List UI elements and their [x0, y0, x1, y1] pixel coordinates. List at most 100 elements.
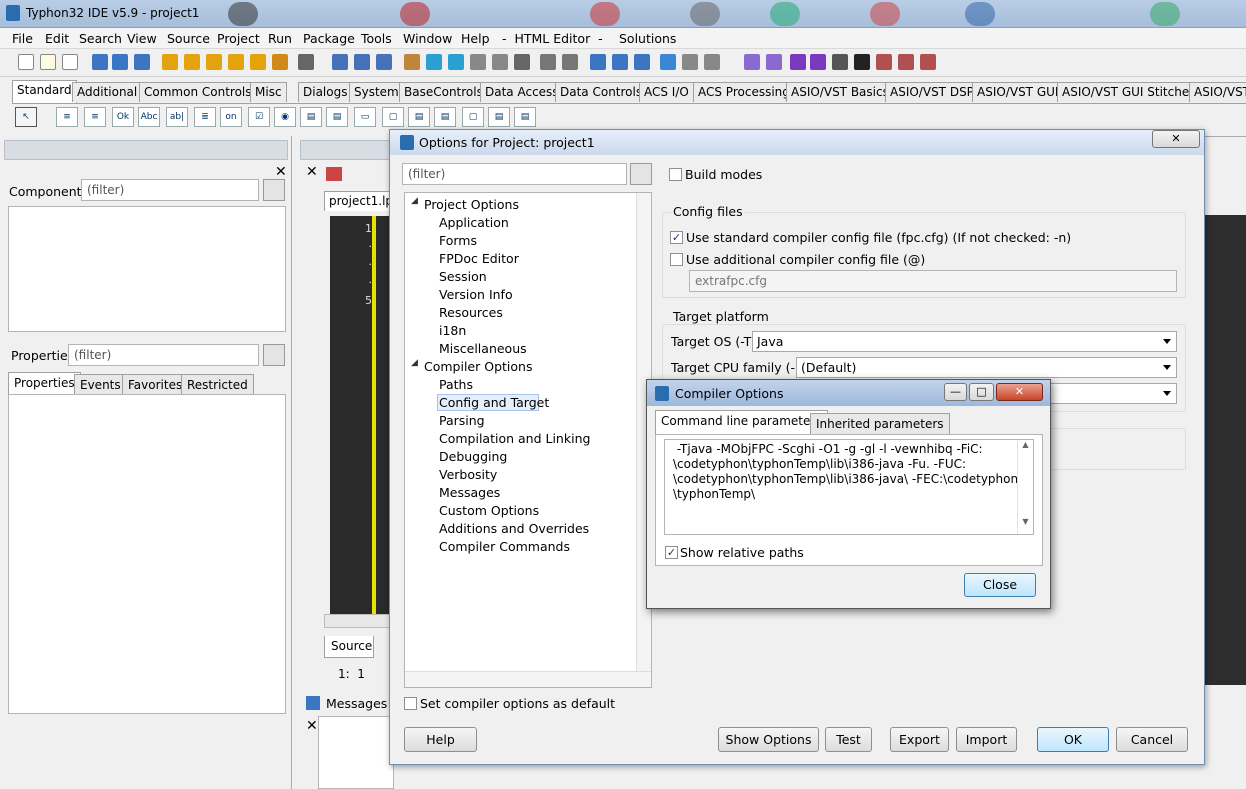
vertical-scrollbar[interactable]: ▲ ▼	[1017, 440, 1033, 534]
toggle-comp-icon[interactable]: on	[220, 107, 242, 127]
tree-project-options[interactable]: Project Options	[424, 197, 519, 212]
use-additional-cfg-checkbox[interactable]	[670, 253, 683, 266]
frame-comp-icon[interactable]: ▤	[488, 107, 510, 127]
view-forms-icon[interactable]	[612, 54, 628, 70]
menu-view[interactable]: View	[127, 31, 157, 46]
tree-item[interactable]: Compiler Commands	[439, 539, 570, 554]
pointer-tool-icon[interactable]: ↖	[15, 107, 37, 127]
properties-grid[interactable]	[8, 394, 286, 714]
tab-properties[interactable]: Properties	[8, 372, 81, 396]
tab-data-controls[interactable]: Data Controls	[555, 82, 648, 102]
options-filter-input[interactable]: (filter)	[402, 163, 627, 185]
tools-icon[interactable]	[448, 54, 464, 70]
tree-item[interactable]: Application	[439, 215, 509, 230]
toggle-form-icon[interactable]	[634, 54, 650, 70]
settings-icon[interactable]	[426, 54, 442, 70]
menu-help[interactable]: Help	[461, 31, 490, 46]
horizontal-scrollbar[interactable]	[324, 614, 394, 628]
doc-icon[interactable]	[470, 54, 486, 70]
rebuild-icon[interactable]	[766, 54, 782, 70]
new-unit-icon[interactable]	[40, 54, 56, 70]
package-add-icon[interactable]	[206, 54, 222, 70]
tree-item[interactable]: i18n	[439, 323, 466, 338]
package-install-icon[interactable]	[228, 54, 244, 70]
close-icon[interactable]: ✕	[306, 718, 318, 734]
project-inspector-icon[interactable]	[660, 54, 676, 70]
tab-acs-processing[interactable]: ACS Processing	[693, 82, 795, 102]
tree-item[interactable]: Forms	[439, 233, 477, 248]
tab-inherited-parameters[interactable]: Inherited parameters	[810, 413, 950, 434]
grid-icon[interactable]	[540, 54, 556, 70]
run-icon[interactable]	[790, 54, 806, 70]
menu-file[interactable]: File	[12, 31, 33, 46]
new-file-icon[interactable]	[18, 54, 34, 70]
radiogroup-comp-icon[interactable]: ▤	[408, 107, 430, 127]
step-over-icon[interactable]	[898, 54, 914, 70]
run-params-icon[interactable]	[810, 54, 826, 70]
button-comp-icon[interactable]: Ok	[112, 107, 134, 127]
checkbox-comp-icon[interactable]: ☑	[248, 107, 270, 127]
source-file-tab[interactable]: project1.lpr	[324, 191, 394, 211]
edit-comp-icon[interactable]: ab|	[166, 107, 188, 127]
menu-tools[interactable]: Tools	[361, 31, 392, 46]
tab-common-controls[interactable]: Common Controls	[139, 82, 257, 102]
tree-item[interactable]: Paths	[439, 377, 473, 392]
tree-item[interactable]: Parsing	[439, 413, 485, 428]
messages-list[interactable]	[318, 716, 394, 789]
command-line-memo[interactable]: -Tjava -MObjFPC -Scghi -O1 -g -gl -l -ve…	[664, 439, 1034, 535]
find-icon[interactable]	[92, 54, 108, 70]
compile-icon[interactable]	[744, 54, 760, 70]
tree-item[interactable]: FPDoc Editor	[439, 251, 519, 266]
tree-item[interactable]: Messages	[439, 485, 500, 500]
export-button[interactable]: Export	[890, 727, 949, 752]
menu-package[interactable]: Package	[303, 31, 355, 46]
maximize-icon[interactable]: □	[969, 383, 994, 401]
step-into-icon[interactable]	[876, 54, 892, 70]
combobox-comp-icon[interactable]: ▤	[326, 107, 348, 127]
build-modes-checkbox[interactable]	[669, 168, 682, 181]
tab-system[interactable]: System	[349, 82, 404, 102]
menu-solutions[interactable]: Solutions	[619, 31, 676, 46]
show-options-button[interactable]: Show Options	[718, 727, 819, 752]
stop-icon[interactable]	[854, 54, 870, 70]
actionlist-comp-icon[interactable]: ▤	[514, 107, 536, 127]
horizontal-scrollbar[interactable]	[405, 671, 651, 687]
radiobutton-comp-icon[interactable]: ◉	[274, 107, 296, 127]
menu-source[interactable]: Source	[167, 31, 210, 46]
cancel-button[interactable]: Cancel	[1116, 727, 1188, 752]
tree-item[interactable]: Miscellaneous	[439, 341, 527, 356]
tab-asio-vst-gui[interactable]: ASIO/VST GUI	[972, 82, 1064, 102]
tab-asio-vst-dsp[interactable]: ASIO/VST DSP	[885, 82, 979, 102]
tab-data-access[interactable]: Data Access	[480, 82, 564, 102]
tab-asio-vst-basics[interactable]: ASIO/VST Basics	[786, 82, 894, 102]
mainmenu-icon[interactable]: ≡	[56, 107, 78, 127]
ok-button[interactable]: OK	[1037, 727, 1109, 752]
menu-project[interactable]: Project	[217, 31, 260, 46]
target-cpu-select[interactable]: (Default)	[796, 357, 1177, 378]
menu-search[interactable]: Search	[79, 31, 122, 46]
tab-dialogs[interactable]: Dialogs	[298, 82, 353, 102]
components-filter-input[interactable]: (filter)	[81, 179, 259, 201]
open-dropdown-icon[interactable]	[298, 54, 314, 70]
close-window-icon[interactable]: ✕	[1152, 130, 1200, 148]
copy-icon[interactable]	[492, 54, 508, 70]
close-window-icon[interactable]: ✕	[996, 383, 1043, 401]
tab-restricted[interactable]: Restricted	[181, 374, 254, 395]
memo-comp-icon[interactable]: ≣	[194, 107, 216, 127]
save-as-icon[interactable]	[376, 54, 392, 70]
tab-standard[interactable]: Standard	[12, 80, 77, 103]
menu-window[interactable]: Window	[403, 31, 452, 46]
menu-edit[interactable]: Edit	[45, 31, 69, 46]
find-next-icon[interactable]	[112, 54, 128, 70]
home-icon[interactable]	[326, 167, 342, 181]
set-default-checkbox[interactable]	[404, 697, 417, 710]
groupbox-comp-icon[interactable]: ▢	[382, 107, 404, 127]
open-package-icon[interactable]	[162, 54, 178, 70]
package-icon[interactable]	[184, 54, 200, 70]
tab-favorites[interactable]: Favorites	[122, 374, 189, 395]
package-remove-icon[interactable]	[250, 54, 266, 70]
close-icon[interactable]: ✕	[275, 164, 287, 180]
save-icon[interactable]	[332, 54, 348, 70]
build-mode-icon[interactable]	[704, 54, 720, 70]
menu-run[interactable]: Run	[268, 31, 292, 46]
